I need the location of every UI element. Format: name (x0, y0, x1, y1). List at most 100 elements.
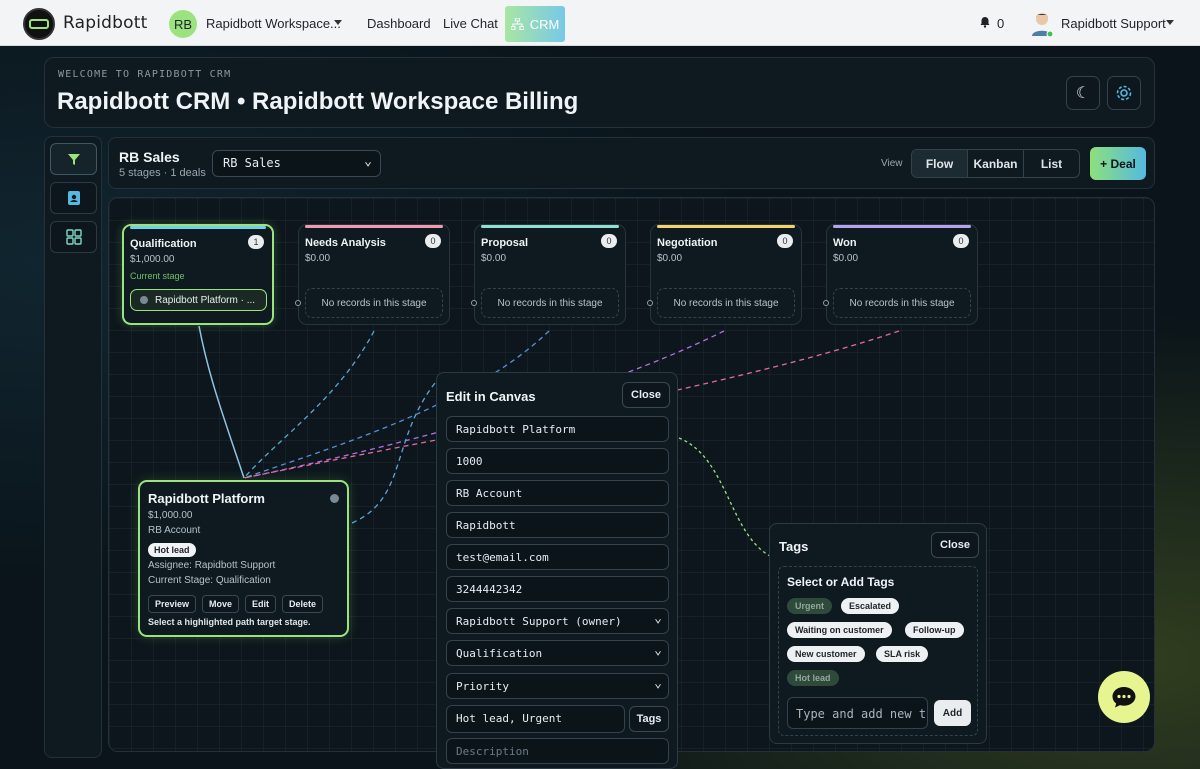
dark-mode-toggle[interactable]: ☾ (1066, 76, 1100, 110)
deal-tag: Hot lead (148, 543, 196, 557)
stage-select[interactable]: Qualification (446, 640, 669, 666)
preview-button[interactable]: Preview (148, 595, 197, 613)
tag-chip[interactable]: SLA risk (876, 646, 929, 662)
view-flow-button[interactable]: Flow (912, 150, 968, 177)
stage-count-badge: 0 (953, 234, 969, 248)
nav-crm-label: CRM (529, 16, 560, 32)
chat-bubble-icon (1112, 687, 1136, 708)
stage-needs-analysis[interactable]: Needs Analysis 0 $0.00 No records in thi… (295, 224, 450, 325)
delete-button[interactable]: Delete (282, 595, 324, 613)
stage-proposal[interactable]: Proposal 0 $0.00 No records in this stag… (471, 224, 626, 325)
stage-title: Qualification (130, 238, 197, 250)
pipeline-select[interactable]: RB Sales ⌄ (212, 150, 381, 177)
pipeline-name: RB Sales (119, 149, 180, 165)
priority-select[interactable]: Priority (446, 673, 669, 699)
deal-name-field[interactable]: Rapidbott Platform (446, 416, 669, 442)
view-list-button[interactable]: List (1024, 150, 1079, 177)
pipeline-toolbar: RB Sales 5 stages · 1 deals RB Sales ⌄ V… (108, 137, 1155, 189)
move-button[interactable]: Move (202, 595, 240, 613)
connection-port[interactable] (471, 300, 477, 306)
connection-port[interactable] (647, 300, 653, 306)
top-navbar: Rapidbott RB Rapidbott Workspace... Dash… (0, 0, 1200, 46)
tags-field[interactable]: Hot lead, Urgent (446, 705, 625, 733)
edit-close-button[interactable]: Close (622, 382, 670, 408)
description-field[interactable]: Description (446, 738, 669, 764)
owner-select[interactable]: Rapidbott Support (owner) (446, 608, 669, 634)
stage-amount: $0.00 (481, 253, 507, 264)
phone-field[interactable]: 3244442342 (446, 576, 669, 602)
workspace-switcher[interactable]: Rapidbott Workspace... (206, 16, 341, 31)
stage-color-bar (481, 225, 619, 228)
stage-color-bar (833, 225, 971, 228)
chevron-down-icon: ⌄ (364, 154, 372, 169)
nav-dashboard[interactable]: Dashboard (367, 16, 431, 31)
tags-close-button[interactable]: Close (931, 532, 979, 558)
tag-chip[interactable]: Waiting on customer (787, 622, 892, 638)
add-tag-button[interactable]: Add (934, 700, 971, 726)
deal-chip[interactable]: Rapidbott Platform · ... (130, 289, 267, 311)
stage-amount: $0.00 (833, 253, 859, 264)
nav-live-chat[interactable]: Live Chat (443, 16, 498, 31)
deal-account: RB Account (148, 525, 201, 536)
settings-button[interactable] (1107, 76, 1141, 110)
connection-port[interactable] (295, 300, 301, 306)
stage-qualification[interactable]: Qualification 1 $1,000.00 Current stage … (122, 224, 274, 325)
view-kanban-button[interactable]: Kanban (968, 150, 1024, 177)
amount-field[interactable]: 1000 (446, 448, 669, 474)
nav-crm[interactable]: CRM (505, 6, 565, 42)
stage-title: Won (833, 237, 857, 249)
stage-count-badge: 0 (425, 234, 441, 248)
rail-funnel-button[interactable] (50, 143, 97, 175)
workspace-avatar[interactable]: RB (169, 10, 197, 38)
stage-count-badge: 0 (777, 234, 793, 248)
stage-title: Needs Analysis (305, 237, 386, 249)
tags-selector: Select or Add Tags Urgent Escalated Wait… (778, 566, 978, 736)
status-dot (330, 494, 339, 503)
notification-count: 0 (997, 16, 1005, 31)
stage-amount: $0.00 (657, 253, 683, 264)
email-field[interactable]: test@email.com (446, 544, 669, 570)
brand-name[interactable]: Rapidbott (63, 13, 147, 33)
stage-empty-state: No records in this stage (657, 288, 795, 318)
address-book-icon (67, 191, 80, 205)
stage-color-bar (305, 225, 443, 228)
deal-current-stage: Current Stage: Qualification (148, 575, 271, 586)
connection-port[interactable] (823, 300, 829, 306)
tag-chip[interactable]: Hot lead (787, 670, 839, 686)
chevron-down-icon[interactable] (1166, 20, 1174, 25)
user-menu[interactable]: Rapidbott Support (1061, 16, 1166, 31)
rapidbott-logo-icon[interactable] (23, 8, 55, 40)
stage-empty-state: No records in this stage (481, 288, 619, 318)
deal-card[interactable]: Rapidbott Platform $1,000.00 RB Account … (138, 480, 349, 637)
stage-count-badge: 0 (601, 234, 617, 248)
stage-won[interactable]: Won 0 $0.00 No records in this stage (823, 224, 978, 325)
chevron-down-icon[interactable] (334, 20, 342, 25)
new-tag-input[interactable]: Type and add new t (787, 697, 928, 729)
edit-panel-title: Edit in Canvas (446, 389, 536, 404)
tags-panel-title: Tags (779, 539, 809, 554)
tag-chip[interactable]: Follow-up (905, 622, 964, 638)
view-switcher: Flow Kanban List (911, 149, 1080, 178)
tag-chip[interactable]: Escalated (841, 598, 900, 614)
stage-negotiation[interactable]: Negotiation 0 $0.00 No records in this s… (647, 224, 802, 325)
stage-color-bar (657, 225, 795, 228)
rail-contacts-button[interactable] (50, 182, 97, 214)
account-field[interactable]: RB Account (446, 480, 669, 506)
bell-icon[interactable] (979, 16, 991, 28)
card-hint: Select a highlighted path target stage. (148, 617, 311, 627)
user-avatar[interactable] (1030, 10, 1054, 38)
deal-amount: $1,000.00 (148, 510, 193, 521)
tag-chip[interactable]: New customer (787, 646, 865, 662)
rail-dashboard-button[interactable] (50, 221, 97, 253)
side-rail (44, 136, 102, 758)
crm-header: WELCOME TO RAPIDBOTT CRM Rapidbott CRM •… (44, 57, 1155, 128)
stage-color-bar (130, 226, 266, 229)
chat-launcher-button[interactable] (1098, 671, 1150, 723)
tags-button[interactable]: Tags (629, 706, 669, 732)
tag-chip[interactable]: Urgent (787, 598, 832, 614)
add-deal-button[interactable]: + Deal (1090, 147, 1146, 180)
deal-assignee: Assignee: Rapidbott Support (148, 560, 276, 571)
company-field[interactable]: Rapidbott (446, 512, 669, 538)
edit-button[interactable]: Edit (245, 595, 277, 613)
gear-icon (1116, 85, 1132, 101)
